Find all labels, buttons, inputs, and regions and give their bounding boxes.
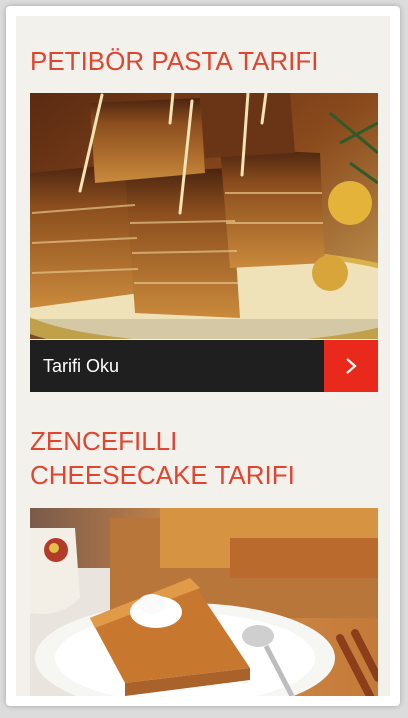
recipe-card: ZENCEFILLI CHEESECAKE TARIFI bbox=[30, 394, 378, 696]
recipe-image[interactable] bbox=[30, 93, 378, 339]
read-recipe-button[interactable]: Tarifi Oku bbox=[30, 340, 378, 392]
recipe-title[interactable]: ZENCEFILLI CHEESECAKE TARIFI bbox=[30, 424, 350, 492]
recipe-feed[interactable]: PETIBÖR PASTA TARIFI Tarifi Oku ZENCEFIL… bbox=[16, 16, 390, 696]
chevron-right-icon bbox=[324, 340, 378, 392]
read-recipe-label: Tarifi Oku bbox=[43, 356, 120, 376]
recipe-card: PETIBÖR PASTA TARIFI Tarifi Oku bbox=[30, 16, 378, 394]
recipe-title[interactable]: PETIBÖR PASTA TARIFI bbox=[30, 44, 318, 78]
recipe-image[interactable] bbox=[30, 508, 378, 696]
device-frame: PETIBÖR PASTA TARIFI Tarifi Oku ZENCEFIL… bbox=[6, 6, 400, 706]
